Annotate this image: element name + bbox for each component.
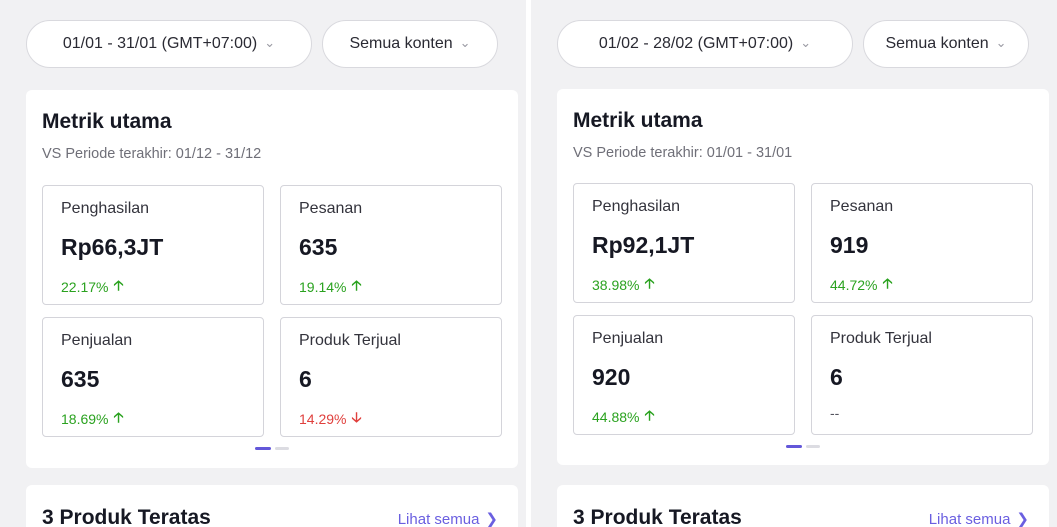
date-range-dropdown[interactable]: 01/02 - 28/02 (GMT+07:00) ⌄ xyxy=(557,20,853,68)
see-all-label: Lihat semua xyxy=(397,511,480,527)
content-filter-dropdown[interactable]: Semua konten ⌄ xyxy=(322,20,498,68)
arrow-up-icon: 🡡 xyxy=(113,277,124,293)
see-all-link[interactable]: Lihat semua ❯ xyxy=(398,510,498,527)
filter-bar: 01/01 - 31/01 (GMT+07:00) ⌄ Semua konten… xyxy=(26,20,500,68)
metric-label: Produk Terjual xyxy=(830,330,932,347)
metrics-title: Metrik utama xyxy=(42,110,172,133)
chevron-down-icon: ⌄ xyxy=(995,35,1007,50)
arrow-up-icon: 🡡 xyxy=(113,409,124,425)
metric-tile-orders[interactable]: Pesanan 635 19.14% 🡡 xyxy=(280,185,502,305)
metric-value: Rp92,1JT xyxy=(592,232,695,258)
metrics-comparison-period: VS Periode terakhir: 01/01 - 31/01 xyxy=(573,145,793,161)
metric-change: 44.88% 🡡 xyxy=(592,405,655,429)
metric-tile-sales[interactable]: Penjualan 920 44.88% 🡡 xyxy=(573,315,795,435)
chevron-right-icon: ❯ xyxy=(485,511,498,527)
metric-change: 19.14% 🡡 xyxy=(299,275,362,299)
key-metrics-card: Metrik utama VS Periode terakhir: 01/12 … xyxy=(26,90,518,468)
comparison-panel-february: 01/02 - 28/02 (GMT+07:00) ⌄ Semua konten… xyxy=(531,0,1057,527)
metric-change-value: 22.17% xyxy=(61,279,109,295)
metric-change: -- xyxy=(830,405,839,421)
metric-label: Pesanan xyxy=(299,200,363,217)
chevron-down-icon: ⌄ xyxy=(264,35,276,50)
filter-bar: 01/02 - 28/02 (GMT+07:00) ⌄ Semua konten… xyxy=(557,20,1031,68)
metric-value: 6 xyxy=(830,364,843,390)
metric-change-value: 19.14% xyxy=(299,279,347,295)
see-all-link[interactable]: Lihat semua ❯ xyxy=(929,510,1029,527)
metric-value: 6 xyxy=(299,366,312,392)
metric-change-value: 18.69% xyxy=(61,411,109,427)
arrow-up-icon: 🡡 xyxy=(882,275,893,291)
metrics-title: Metrik utama xyxy=(573,109,703,132)
metric-tile-orders[interactable]: Pesanan 919 44.72% 🡡 xyxy=(811,183,1033,303)
content-filter-label: Semua konten xyxy=(349,35,453,52)
date-range-label: 01/02 - 28/02 (GMT+07:00) xyxy=(598,35,794,52)
date-range-label: 01/01 - 31/01 (GMT+07:00) xyxy=(62,35,258,52)
metric-value: 920 xyxy=(592,364,631,390)
top-products-card: 3 Produk Teratas Lihat semua ❯ xyxy=(26,485,518,527)
metric-value: 635 xyxy=(299,234,338,260)
chevron-right-icon: ❯ xyxy=(1016,511,1029,527)
top-products-title: 3 Produk Teratas xyxy=(573,506,742,527)
see-all-label: Lihat semua xyxy=(928,511,1011,527)
pagination-dot-active[interactable] xyxy=(786,445,802,448)
carousel-pagination xyxy=(786,445,820,449)
metric-change: 18.69% 🡡 xyxy=(61,407,124,431)
chevron-down-icon: ⌄ xyxy=(459,35,471,50)
metric-change: 14.29% 🡣 xyxy=(299,407,362,431)
key-metrics-card: Metrik utama VS Periode terakhir: 01/01 … xyxy=(557,89,1049,465)
metric-value: Rp66,3JT xyxy=(61,234,164,260)
chevron-down-icon: ⌄ xyxy=(800,35,812,50)
metric-tile-products-sold[interactable]: Produk Terjual 6 14.29% 🡣 xyxy=(280,317,502,437)
metric-tile-revenue[interactable]: Penghasilan Rp66,3JT 22.17% 🡡 xyxy=(42,185,264,305)
top-products-title: 3 Produk Teratas xyxy=(42,506,211,527)
metric-change: 44.72% 🡡 xyxy=(830,273,893,297)
carousel-pagination xyxy=(255,447,289,451)
content-filter-label: Semua konten xyxy=(885,35,989,52)
metric-tile-sales[interactable]: Penjualan 635 18.69% 🡡 xyxy=(42,317,264,437)
metrics-comparison-period: VS Periode terakhir: 01/12 - 31/12 xyxy=(42,146,262,162)
metric-change: 38.98% 🡡 xyxy=(592,273,655,297)
metric-label: Penjualan xyxy=(61,332,133,349)
pagination-dot-active[interactable] xyxy=(255,447,271,450)
metric-change-value: 44.72% xyxy=(830,277,878,293)
metric-value: 919 xyxy=(830,232,869,258)
arrow-up-icon: 🡡 xyxy=(644,407,655,423)
pagination-dot[interactable] xyxy=(275,447,289,450)
arrow-up-icon: 🡡 xyxy=(644,275,655,291)
metric-tile-revenue[interactable]: Penghasilan Rp92,1JT 38.98% 🡡 xyxy=(573,183,795,303)
metric-label: Penjualan xyxy=(592,330,664,347)
metric-change-value: 44.88% xyxy=(592,409,640,425)
metric-tile-products-sold[interactable]: Produk Terjual 6 -- xyxy=(811,315,1033,435)
metric-label: Produk Terjual xyxy=(299,332,401,349)
comparison-panel-january: 01/01 - 31/01 (GMT+07:00) ⌄ Semua konten… xyxy=(0,0,526,527)
metric-value: 635 xyxy=(61,366,100,392)
date-range-dropdown[interactable]: 01/01 - 31/01 (GMT+07:00) ⌄ xyxy=(26,20,312,68)
metric-change-value: 14.29% xyxy=(299,411,347,427)
content-filter-dropdown[interactable]: Semua konten ⌄ xyxy=(863,20,1029,68)
metric-change-value: 38.98% xyxy=(592,277,640,293)
metric-change-value: -- xyxy=(830,405,840,421)
arrow-down-icon: 🡣 xyxy=(351,409,362,425)
metric-label: Pesanan xyxy=(830,198,894,215)
arrow-up-icon: 🡡 xyxy=(351,277,362,293)
metric-change: 22.17% 🡡 xyxy=(61,275,124,299)
pagination-dot[interactable] xyxy=(806,445,820,448)
metric-label: Penghasilan xyxy=(592,198,681,215)
metric-label: Penghasilan xyxy=(61,200,150,217)
top-products-card: 3 Produk Teratas Lihat semua ❯ xyxy=(557,485,1049,527)
